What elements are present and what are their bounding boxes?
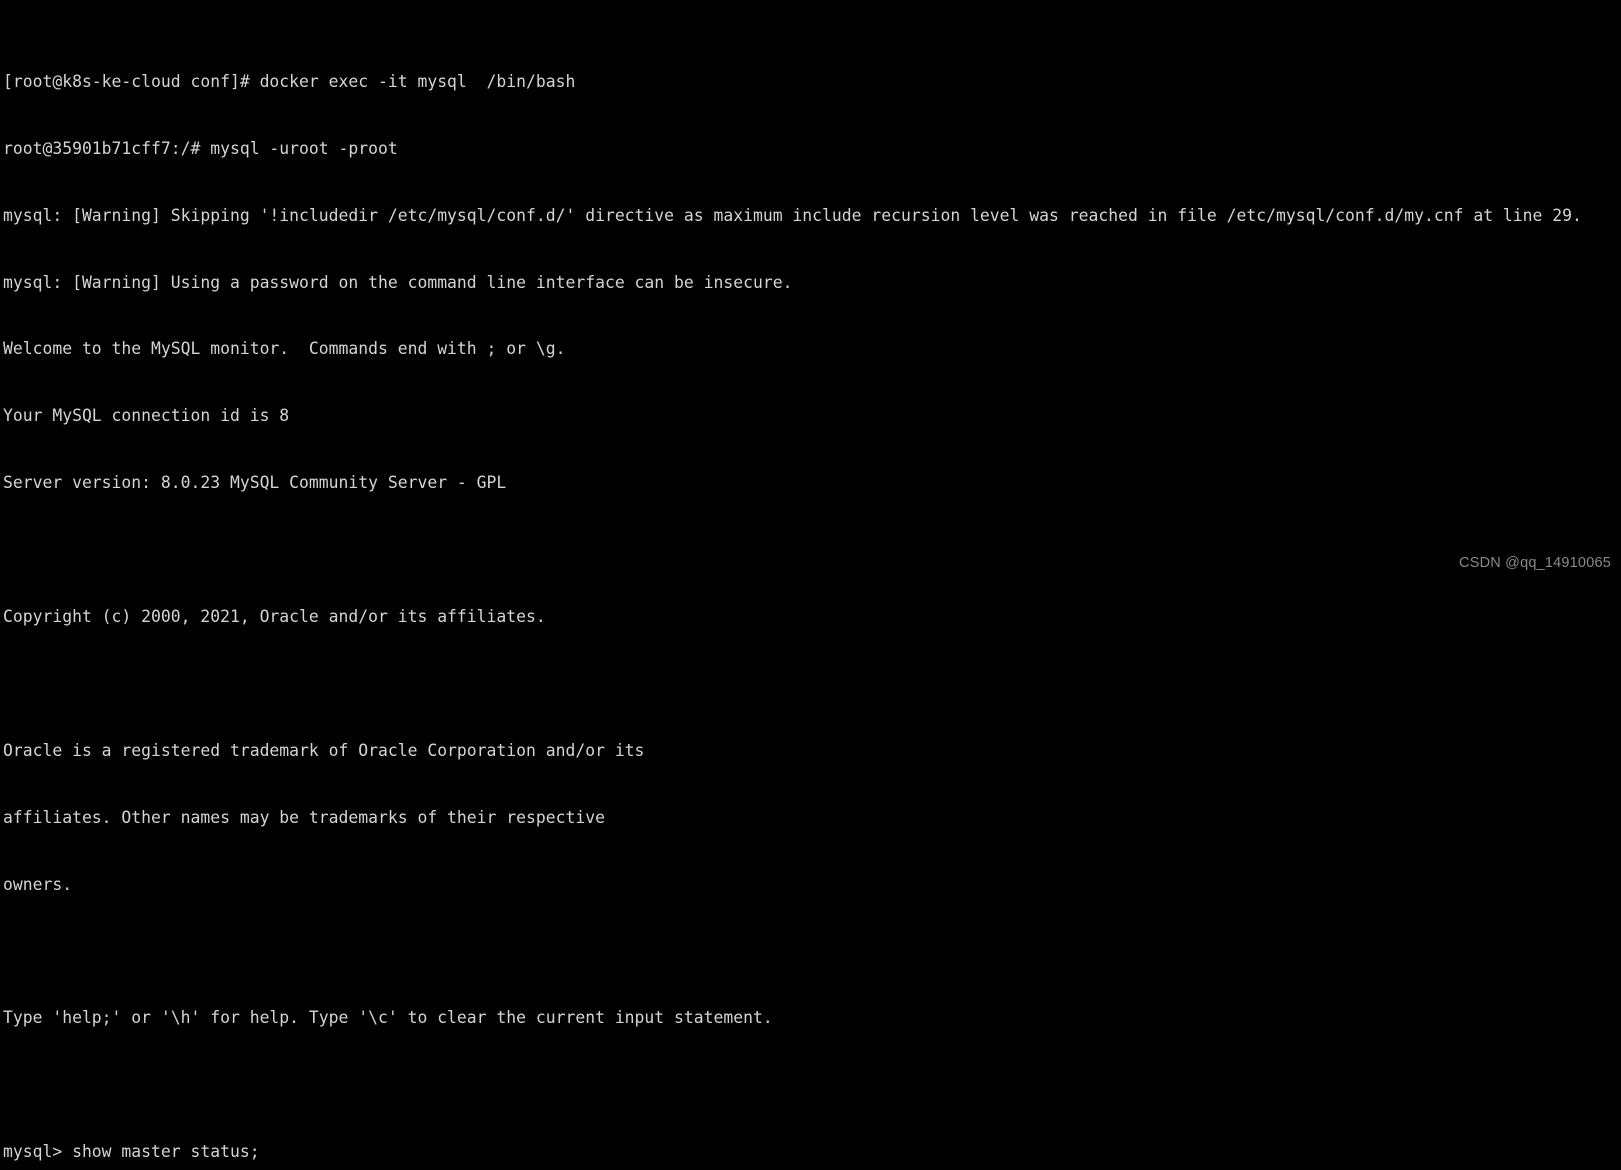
terminal-line-warning-password: mysql: [Warning] Using a password on the…: [3, 272, 793, 292]
terminal-line-container-command: root@35901b71cff7:/# mysql -uroot -proot: [3, 138, 398, 158]
terminal-line-trademark-1: Oracle is a registered trademark of Orac…: [3, 740, 645, 760]
terminal-line-welcome: Welcome to the MySQL monitor. Commands e…: [3, 339, 566, 359]
terminal-line-warning-includedir: mysql: [Warning] Skipping '!includedir /…: [3, 205, 1582, 225]
terminal-line-blank-1: [3, 539, 1621, 561]
terminal-line-help-hint: Type 'help;' or '\h' for help. Type '\c'…: [3, 1008, 773, 1028]
terminal-line-connection-id: Your MySQL connection id is 8: [3, 406, 290, 426]
terminal-line-copyright: Copyright (c) 2000, 2021, Oracle and/or …: [3, 607, 546, 627]
terminal-line-blank-3: [3, 940, 1621, 962]
terminal-line-server-version: Server version: 8.0.23 MySQL Community S…: [3, 473, 507, 493]
terminal-line-shell-command: [root@k8s-ke-cloud conf]# docker exec -i…: [3, 71, 576, 91]
terminal-line-sql-query: mysql> show master status;: [3, 1142, 260, 1162]
terminal-line-blank-2: [3, 673, 1621, 695]
terminal-window[interactable]: [root@k8s-ke-cloud conf]# docker exec -i…: [0, 0, 1621, 1161]
terminal-line-blank-4: [3, 1074, 1621, 1096]
csdn-watermark: CSDN @qq_14910065: [1459, 554, 1611, 571]
terminal-line-trademark-2: affiliates. Other names may be trademark…: [3, 807, 605, 827]
terminal-line-trademark-3: owners.: [3, 874, 73, 894]
